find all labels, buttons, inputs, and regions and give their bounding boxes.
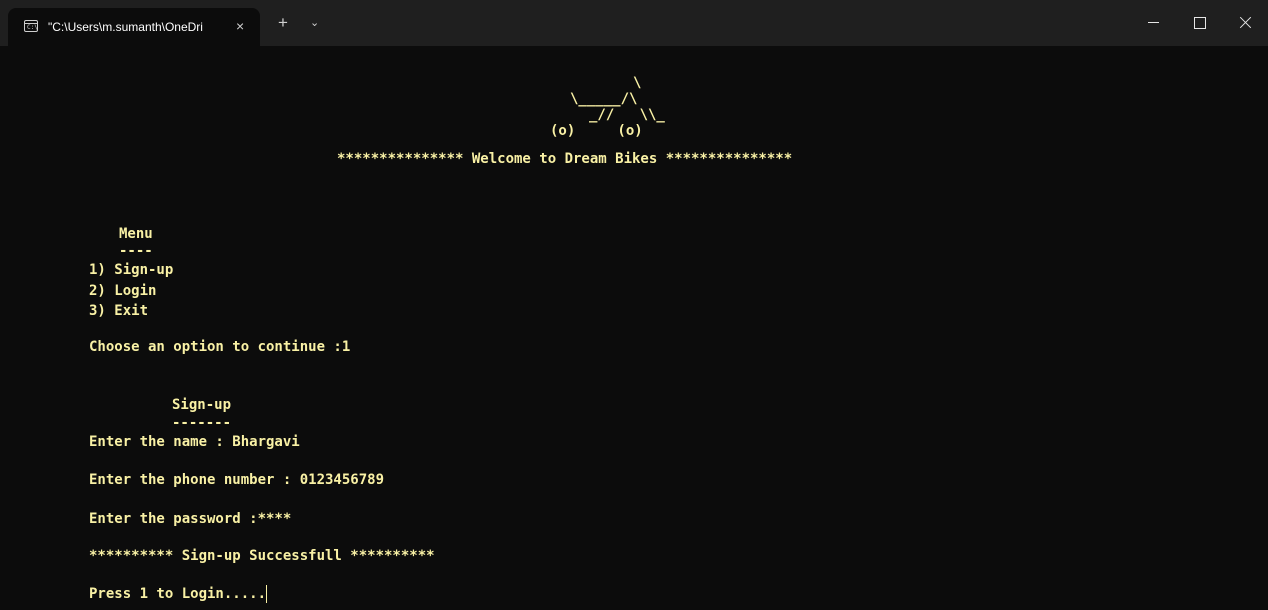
minimize-icon[interactable] (1130, 0, 1176, 46)
maximize-icon[interactable] (1176, 0, 1222, 46)
password-prompt: Enter the password :**** (89, 511, 292, 527)
terminal-window: C:\ "C:\Users\m.sumanth\OneDri × + ⌄ \ \… (0, 0, 1268, 610)
chevron-down-icon[interactable]: ⌄ (310, 16, 319, 30)
menu-underline: ---- (119, 243, 153, 259)
tab-title: "C:\Users\m.sumanth\OneDri (48, 20, 203, 34)
tab-close-icon[interactable]: × (236, 17, 244, 35)
phone-prompt: Enter the phone number : 0123456789 (89, 472, 385, 488)
login-continue-prompt: Press 1 to Login..... (89, 585, 268, 603)
terminal-icon-label: C:\ (27, 24, 38, 31)
signup-title: Sign-up (172, 397, 232, 413)
welcome-banner: *************** Welcome to Dream Bikes *… (337, 151, 793, 167)
terminal-output[interactable]: \ \_____/\ _// \\_ (o) (o) *************… (0, 46, 1268, 610)
text-cursor (266, 585, 268, 603)
new-tab-button[interactable]: + (278, 14, 288, 32)
signup-underline: ------- (172, 415, 232, 431)
signup-success-message: ********** Sign-up Successfull *********… (89, 548, 435, 564)
login-continue-text: Press 1 to Login..... (89, 586, 267, 602)
ascii-art-line: (o) (o) (550, 123, 643, 139)
choose-option-prompt: Choose an option to continue :1 (89, 339, 351, 355)
menu-title: Menu (119, 226, 153, 242)
menu-option-login: 2) Login (89, 283, 157, 299)
close-icon[interactable] (1222, 0, 1268, 46)
name-prompt: Enter the name : Bhargavi (89, 434, 300, 450)
terminal-tab[interactable]: C:\ "C:\Users\m.sumanth\OneDri × (8, 8, 260, 46)
title-bar: C:\ "C:\Users\m.sumanth\OneDri × + ⌄ (0, 0, 1268, 46)
terminal-icon: C:\ (24, 20, 38, 32)
menu-option-signup: 1) Sign-up (89, 262, 174, 278)
terminal-scrollbar[interactable] (1263, 50, 1266, 600)
menu-option-exit: 3) Exit (89, 303, 149, 319)
